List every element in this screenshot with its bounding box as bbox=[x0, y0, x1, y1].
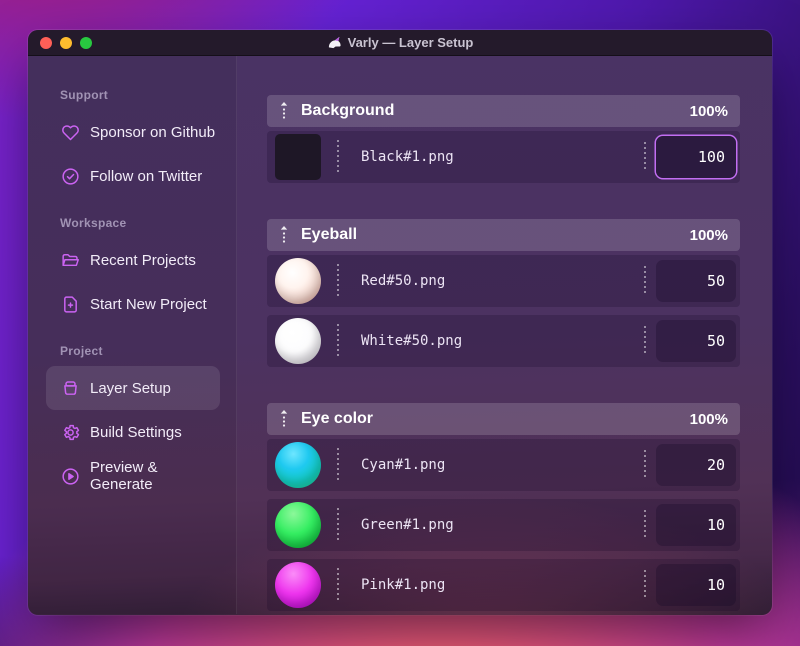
layer-filename: Green#1.png bbox=[361, 517, 454, 533]
close-button[interactable] bbox=[40, 36, 52, 49]
sidebar-item-label: Layer Setup bbox=[90, 379, 171, 397]
layer-weight-input[interactable] bbox=[656, 564, 736, 606]
sidebar-item-label: Follow on Twitter bbox=[90, 167, 203, 185]
layer-group-header[interactable]: Eye color 100% bbox=[267, 403, 740, 435]
divider-dots-icon bbox=[337, 508, 339, 542]
layer-group-header[interactable]: Eyeball 100% bbox=[267, 219, 740, 251]
drag-handle-icon[interactable] bbox=[279, 408, 289, 430]
layer-weight-input[interactable] bbox=[656, 320, 736, 362]
group-title: Eye color bbox=[301, 410, 374, 427]
titlebar[interactable]: Varly — Layer Setup bbox=[28, 30, 772, 56]
layer-filename: Black#1.png bbox=[361, 149, 454, 165]
window-title: Varly — Layer Setup bbox=[327, 35, 473, 50]
verified-check-icon bbox=[62, 167, 79, 185]
divider-dots-icon bbox=[644, 142, 646, 172]
divider-dots-icon bbox=[644, 570, 646, 600]
divider-dots-icon bbox=[337, 264, 339, 298]
layer-row: Pink#1.png bbox=[267, 559, 740, 611]
minimize-button[interactable] bbox=[60, 36, 72, 49]
divider-dots-icon bbox=[644, 266, 646, 296]
layer-row: Green#1.png bbox=[267, 499, 740, 551]
layer-thumbnail bbox=[275, 502, 321, 548]
divider-dots-icon bbox=[644, 510, 646, 540]
sidebar-item-label: Start New Project bbox=[90, 295, 207, 313]
layer-group-header[interactable]: Background 100% bbox=[267, 95, 740, 127]
group-title: Eyeball bbox=[301, 226, 358, 243]
layer-row: White#50.png bbox=[267, 315, 740, 367]
layer-filename: White#50.png bbox=[361, 333, 463, 349]
layer-group-background: Background 100% Black#1.png bbox=[267, 95, 740, 183]
layer-row: Black#1.png bbox=[267, 131, 740, 183]
group-title: Background bbox=[301, 102, 395, 119]
sidebar-item-layer-setup[interactable]: Layer Setup bbox=[46, 366, 220, 410]
divider-dots-icon bbox=[337, 568, 339, 602]
layer-group-eye-color: Eye color 100% Cyan#1.png Green#1.png bbox=[267, 403, 740, 611]
gear-icon bbox=[64, 424, 80, 440]
app-window: Varly — Layer Setup Support Sponsor on G… bbox=[28, 30, 772, 615]
layer-weight-input[interactable] bbox=[656, 136, 736, 178]
layer-filename: Pink#1.png bbox=[361, 577, 446, 593]
divider-dots-icon bbox=[337, 140, 339, 174]
group-weight: 100% bbox=[689, 102, 728, 120]
layer-weight-input[interactable] bbox=[656, 504, 736, 546]
group-weight: 100% bbox=[689, 226, 728, 244]
sidebar-item-preview-generate[interactable]: Preview & Generate bbox=[46, 454, 220, 498]
sidebar-item-start-new-project[interactable]: Start New Project bbox=[46, 282, 220, 326]
drag-handle-icon[interactable] bbox=[279, 100, 289, 122]
divider-dots-icon bbox=[337, 448, 339, 482]
sidebar-item-label: Sponsor on Github bbox=[90, 123, 216, 141]
layer-weight-input[interactable] bbox=[656, 444, 736, 486]
layer-filename: Red#50.png bbox=[361, 273, 446, 289]
sidebar-section-project: Project bbox=[60, 344, 103, 358]
sidebar-item-build-settings[interactable]: Build Settings bbox=[46, 410, 220, 454]
layer-list: Background 100% Black#1.png 100 Eyeball … bbox=[237, 56, 772, 614]
divider-dots-icon bbox=[644, 326, 646, 356]
layer-thumbnail bbox=[275, 258, 321, 304]
layer-row: Cyan#1.png bbox=[267, 439, 740, 491]
sidebar-item-sponsor-on-github[interactable]: Sponsor on Github bbox=[46, 110, 220, 154]
layer-filename: Cyan#1.png bbox=[361, 457, 446, 473]
traffic-lights bbox=[40, 30, 92, 55]
sidebar-item-label: Preview & Generate bbox=[90, 459, 158, 493]
sidebar-item-recent-projects[interactable]: Recent Projects bbox=[46, 238, 220, 282]
sidebar-section-support: Support bbox=[60, 88, 109, 102]
layer-weight-input[interactable] bbox=[656, 260, 736, 302]
zoom-button[interactable] bbox=[80, 36, 92, 49]
divider-dots-icon bbox=[644, 450, 646, 480]
drag-handle-icon[interactable] bbox=[279, 224, 289, 246]
group-weight: 100% bbox=[689, 410, 728, 428]
sidebar-item-follow-on-twitter[interactable]: Follow on Twitter bbox=[46, 154, 220, 198]
layer-row: Red#50.png bbox=[267, 255, 740, 307]
layers-bag-icon bbox=[64, 380, 77, 395]
sidebar-item-label: Build Settings bbox=[90, 423, 182, 441]
unicorn-icon bbox=[328, 36, 341, 49]
folder-icon bbox=[62, 253, 79, 266]
layer-thumbnail bbox=[275, 134, 321, 180]
layer-thumbnail bbox=[275, 318, 321, 364]
sidebar: Support Sponsor on Github Follow on Twit… bbox=[28, 56, 237, 614]
layer-group-eyeball: Eyeball 100% Red#50.png White#50.png bbox=[267, 219, 740, 367]
heart-icon bbox=[62, 124, 79, 140]
sidebar-item-label: Recent Projects bbox=[90, 251, 196, 269]
sidebar-section-workspace: Workspace bbox=[60, 216, 127, 230]
layer-thumbnail bbox=[275, 442, 321, 488]
layer-thumbnail bbox=[275, 562, 321, 608]
document-plus-icon bbox=[64, 295, 77, 313]
play-circle-icon bbox=[62, 467, 79, 485]
divider-dots-icon bbox=[337, 324, 339, 358]
